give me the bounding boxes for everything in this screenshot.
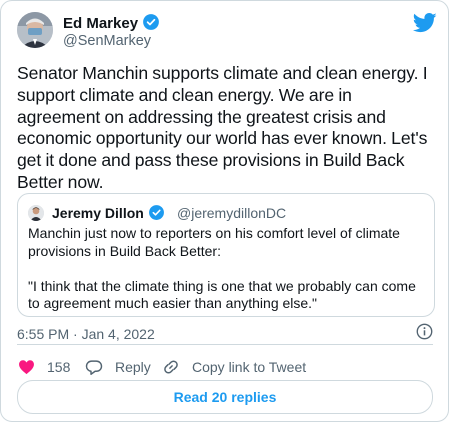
quoted-author-name-text: Jeremy Dillon <box>52 205 144 221</box>
twitter-bird-icon[interactable] <box>413 13 437 33</box>
like-button[interactable]: 158 <box>18 358 70 376</box>
tweet-embed-card: Ed Markey @SenMarkey Senator Manchin sup… <box>0 0 449 422</box>
read-replies-button[interactable]: Read 20 replies <box>17 380 433 414</box>
tweet-timestamp[interactable]: 6:55 PM · Jan 4, 2022 <box>17 325 155 343</box>
reply-label: Reply <box>115 359 151 375</box>
heart-icon <box>19 360 34 375</box>
avatar[interactable] <box>17 12 53 48</box>
quoted-paragraph: Manchin just now to reporters on his com… <box>28 225 400 259</box>
info-icon[interactable] <box>416 323 433 340</box>
copy-link-button[interactable]: Copy link to Tweet <box>162 358 306 376</box>
verified-badge-icon <box>143 14 159 30</box>
like-count: 158 <box>47 359 71 375</box>
author-name[interactable]: Ed Markey <box>63 13 160 33</box>
quoted-author-handle: @jeremydillonDC <box>177 205 287 221</box>
avatar-image <box>17 12 53 48</box>
quoted-verified-badge-icon <box>148 205 164 220</box>
quoted-tweet[interactable]: Jeremy Dillon @jeremydillonDC Manchin ju… <box>17 193 435 317</box>
quoted-tweet-text: Manchin just now to reporters on his com… <box>28 225 428 313</box>
quoted-avatar <box>28 205 44 221</box>
author-name-text: Ed Markey <box>63 15 139 32</box>
reply-button[interactable]: Reply <box>85 358 151 376</box>
divider <box>17 344 433 345</box>
quoted-paragraph: "I think that the climate thing is one t… <box>28 277 416 312</box>
reply-bubble-icon <box>85 359 103 375</box>
copy-link-label: Copy link to Tweet <box>192 359 307 375</box>
author-handle[interactable]: @SenMarkey <box>63 32 151 51</box>
link-icon <box>164 360 178 374</box>
quoted-author-name: Jeremy Dillon <box>52 204 165 222</box>
quoted-avatar-image <box>28 205 44 221</box>
tweet-text: Senator Manchin supports climate and cle… <box>17 63 428 192</box>
